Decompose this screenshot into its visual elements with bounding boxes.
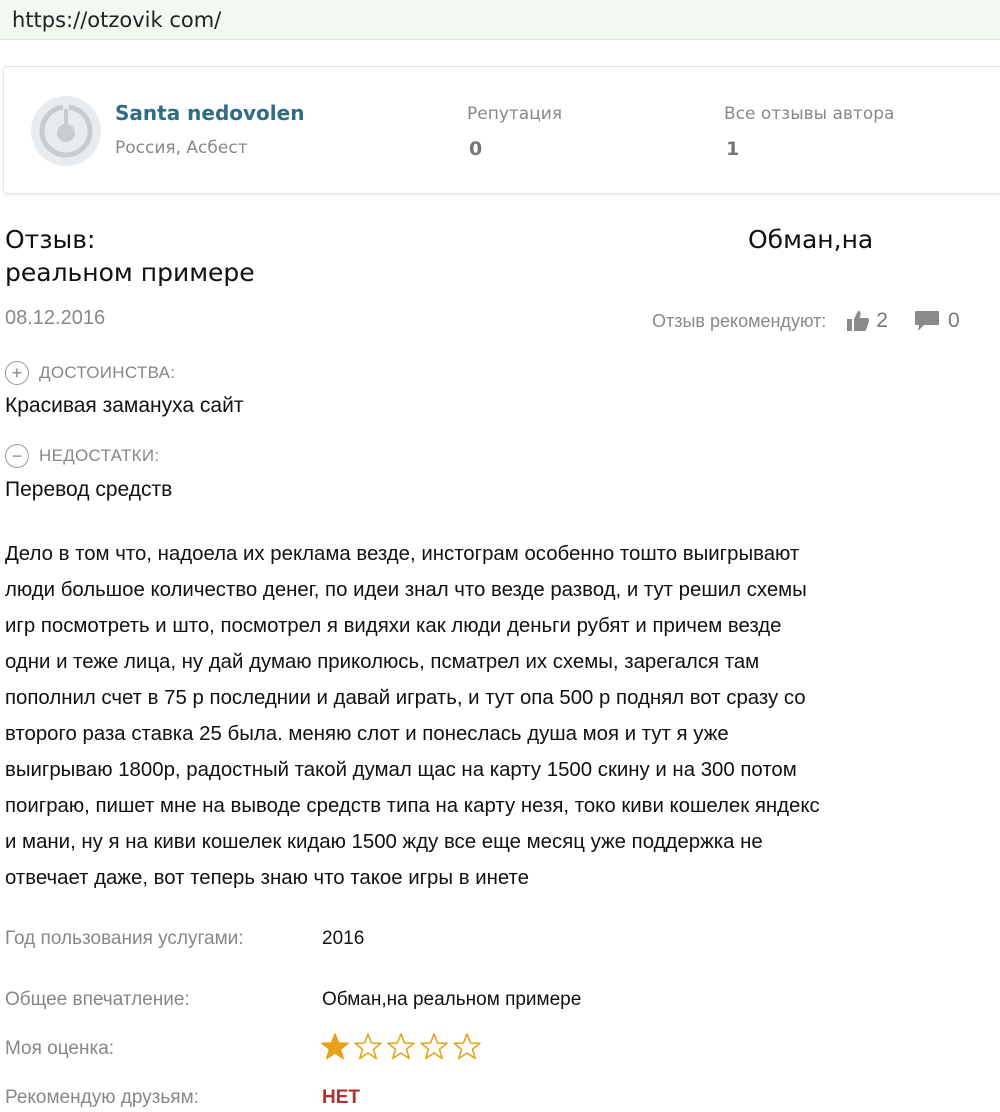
review-body-line: пополнил счет в 75 р последнии и давай и… [5,687,806,709]
review-title-prefix: Отзыв: [5,225,96,254]
impression-value: Обман,на реальном примере [322,989,582,1010]
plus-circle-icon: + [5,361,29,385]
review-body-line: выигрываю 1800р, радостный такой думал щ… [5,759,797,781]
address-bar[interactable]: https://otzovik com/ [0,0,1000,40]
review-body-line: люди большое количество денег, по идеи з… [5,579,807,601]
review-body-line: Дело в том что, надоела их реклама везде… [5,543,800,565]
cons-text: Перевод средств [5,478,173,501]
all-reviews-label[interactable]: Все отзывы автора [724,104,894,124]
cons-label: НЕДОСТАТКИ: [39,446,160,465]
star-filled-icon [321,1033,349,1060]
comments-count: 0 [947,309,960,332]
comment-icon[interactable] [914,310,940,332]
review-body-line: отвечает даже, вот теперь знаю что такое… [5,867,529,889]
recommend-label: Отзыв рекомендуют: [652,310,827,331]
year-label: Год пользования услугами: [5,928,244,949]
review-date: 08.12.2016 [5,307,106,329]
thumbs-up-icon[interactable] [846,310,870,332]
review-body-line: и мани, ну я на киви кошелек кидаю 1500 … [5,831,763,853]
review-body-line: одни и теже лица, ну дай думаю приколюсь… [5,651,760,673]
avatar[interactable] [30,95,102,167]
recommend-bar: Отзыв рекомендуют: 2 0 [652,307,960,335]
review-title-part2: реальном примере [5,258,255,287]
cons-heading: − НЕДОСТАТКИ: [5,444,159,468]
impression-label: Общее впечатление: [5,989,190,1010]
review-body-line: поиграю, пишет мне на выводе средств тип… [5,795,820,817]
url-text[interactable]: https://otzovik com/ [12,8,221,32]
author-location: Россия, Асбест [115,138,248,158]
minus-circle-icon: − [5,444,29,468]
pros-text: Красивая замануха сайт [5,394,244,417]
likes-count: 2 [876,309,888,332]
star-empty-icon [387,1033,415,1060]
pros-label: ДОСТОИНСТВА: [39,363,176,382]
pros-heading: + ДОСТОИНСТВА: [5,361,175,385]
recommend-friends-value: НЕТ [322,1087,360,1108]
review-title-part1: Обман,на [748,225,874,254]
reputation-label: Репутация [467,104,563,124]
recommend-friends-label: Рекомендую друзьям: [5,1087,199,1108]
review-body-line: второго раза ставка 25 была. меняю слот … [5,723,729,745]
review-body-line: игр посмотреть и што, посмотрел я видяхи… [5,615,782,637]
author-card: Santa nedovolen Россия, Асбест Репутация… [3,66,1000,194]
star-empty-icon [354,1033,382,1060]
review-body: Дело в том что, надоела их реклама везде… [5,536,1000,896]
reputation-value: 0 [469,138,483,160]
star-empty-icon [453,1033,481,1060]
author-name[interactable]: Santa nedovolen [115,101,304,125]
rating-label: Моя оценка: [5,1038,115,1059]
year-value: 2016 [322,928,365,949]
star-empty-icon [420,1033,448,1060]
all-reviews-count[interactable]: 1 [726,138,739,160]
rating-stars [320,1032,485,1062]
